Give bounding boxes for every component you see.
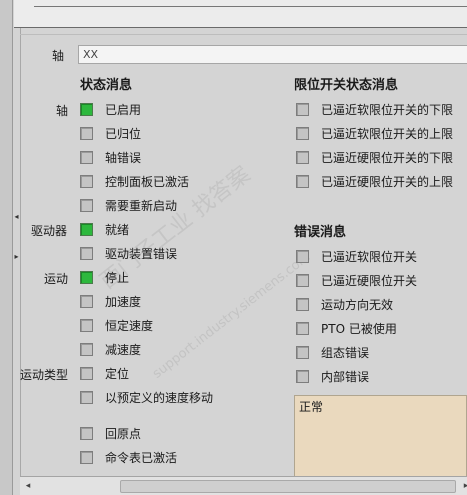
led-indicator-off [296,297,309,311]
led-indicator-off [296,321,309,335]
error-item-label: 内部错误 [321,369,370,384]
status-item-label: 轴错误 [105,150,142,165]
error-item-label: 组态错误 [321,345,370,360]
error-item-label: 已逼近硬限位开关 [321,273,418,288]
status-item-label: 回原点 [105,426,142,441]
status-item: 以预定义的速度移动 [80,389,213,405]
led-indicator-off [80,126,93,140]
expand-arrow-icon[interactable]: ▸ [13,252,20,262]
error-item: 已逼近硬限位开关 [296,272,417,288]
status-item-label: 停止 [105,270,130,285]
led-indicator-off [80,174,93,188]
message-text-box[interactable]: 正常 [294,395,467,477]
status-item-label: 需要重新启动 [105,198,178,213]
status-item-label: 已归位 [105,126,142,141]
error-item: PTO 已被使用 [296,320,397,336]
status-item: 已归位 [80,125,141,141]
status-item: 驱动装置错误 [80,245,177,261]
group-label-drive: 驱动器 [31,224,68,238]
header-separator [20,34,467,35]
error-item-label: 运动方向无效 [321,297,394,312]
status-item: 轴错误 [80,149,141,165]
error-messages-title: 错误消息 [294,225,347,240]
top-divider [34,6,467,7]
status-item: 控制面板已激活 [80,173,189,189]
status-item-label: 已启用 [105,102,142,117]
status-item-label: 以预定义的速度移动 [105,390,214,405]
limit-item-label: 已逼近软限位开关的上限 [321,126,454,141]
collapse-arrow-icon[interactable]: ◂ [13,212,20,222]
error-item: 组态错误 [296,344,369,360]
status-item-label: 恒定速度 [105,318,154,333]
axis-label: 轴 [52,49,65,63]
limit-item-label: 已逼近软限位开关的下限 [321,102,454,117]
status-item: 停止 [80,269,129,285]
left-gutter [0,0,13,495]
led-indicator-off [296,174,309,188]
led-indicator-off [80,390,93,404]
error-item: 运动方向无效 [296,296,393,312]
limit-item: 已逼近硬限位开关的下限 [296,149,453,165]
status-item-label: 加速度 [105,294,142,309]
error-item-label: 已逼近软限位开关 [321,249,418,264]
status-item: 命令表已激活 [80,449,177,465]
limit-item: 已逼近软限位开关的下限 [296,101,453,117]
led-indicator-off [296,150,309,164]
scroll-right-icon[interactable]: ▸ [460,479,467,493]
group-label-axis: 轴 [56,104,69,118]
led-indicator-off [296,126,309,140]
group-label-motion: 运动 [44,272,69,286]
status-item: 需要重新启动 [80,197,177,213]
top-panel [14,0,467,28]
status-item: 回原点 [80,425,141,441]
status-item-label: 减速度 [105,342,142,357]
led-indicator-off [80,342,93,356]
status-item-label: 驱动装置错误 [105,246,178,261]
limit-switch-title: 限位开关状态消息 [294,78,399,93]
status-item: 恒定速度 [80,317,153,333]
led-indicator-on [80,102,93,116]
error-item: 已逼近软限位开关 [296,248,417,264]
status-item: 已启用 [80,101,141,117]
led-indicator-on [80,270,93,284]
status-item: 定位 [80,365,129,381]
led-indicator-off [296,273,309,287]
group-label-motion-type: 运动类型 [20,368,69,382]
axis-name-field[interactable]: XX [78,45,467,64]
status-item: 加速度 [80,293,141,309]
status-item-label: 命令表已激活 [105,450,178,465]
horizontal-scrollbar[interactable]: ◂ ▸ [20,476,467,495]
led-indicator-off [80,318,93,332]
scrollbar-thumb[interactable] [120,480,456,493]
limit-item: 已逼近软限位开关的上限 [296,125,453,141]
status-item: 就绪 [80,221,129,237]
error-item-label: PTO 已被使用 [321,321,397,336]
led-indicator-off [80,366,93,380]
status-item-label: 定位 [105,366,130,381]
led-indicator-on [80,222,93,236]
led-indicator-off [296,345,309,359]
scroll-left-icon[interactable]: ◂ [22,479,34,493]
status-item-label: 就绪 [105,222,130,237]
led-indicator-off [80,426,93,440]
limit-item-label: 已逼近硬限位开关的上限 [321,174,454,189]
status-item: 减速度 [80,341,141,357]
led-indicator-off [296,249,309,263]
led-indicator-off [80,246,93,260]
led-indicator-off [296,102,309,116]
led-indicator-off [296,369,309,383]
led-indicator-off [80,198,93,212]
status-item-label: 控制面板已激活 [105,174,190,189]
limit-item: 已逼近硬限位开关的上限 [296,173,453,189]
status-messages-title: 状态消息 [80,78,133,93]
led-indicator-off [80,450,93,464]
error-item: 内部错误 [296,368,369,384]
limit-item-label: 已逼近硬限位开关的下限 [321,150,454,165]
led-indicator-off [80,294,93,308]
led-indicator-off [80,150,93,164]
